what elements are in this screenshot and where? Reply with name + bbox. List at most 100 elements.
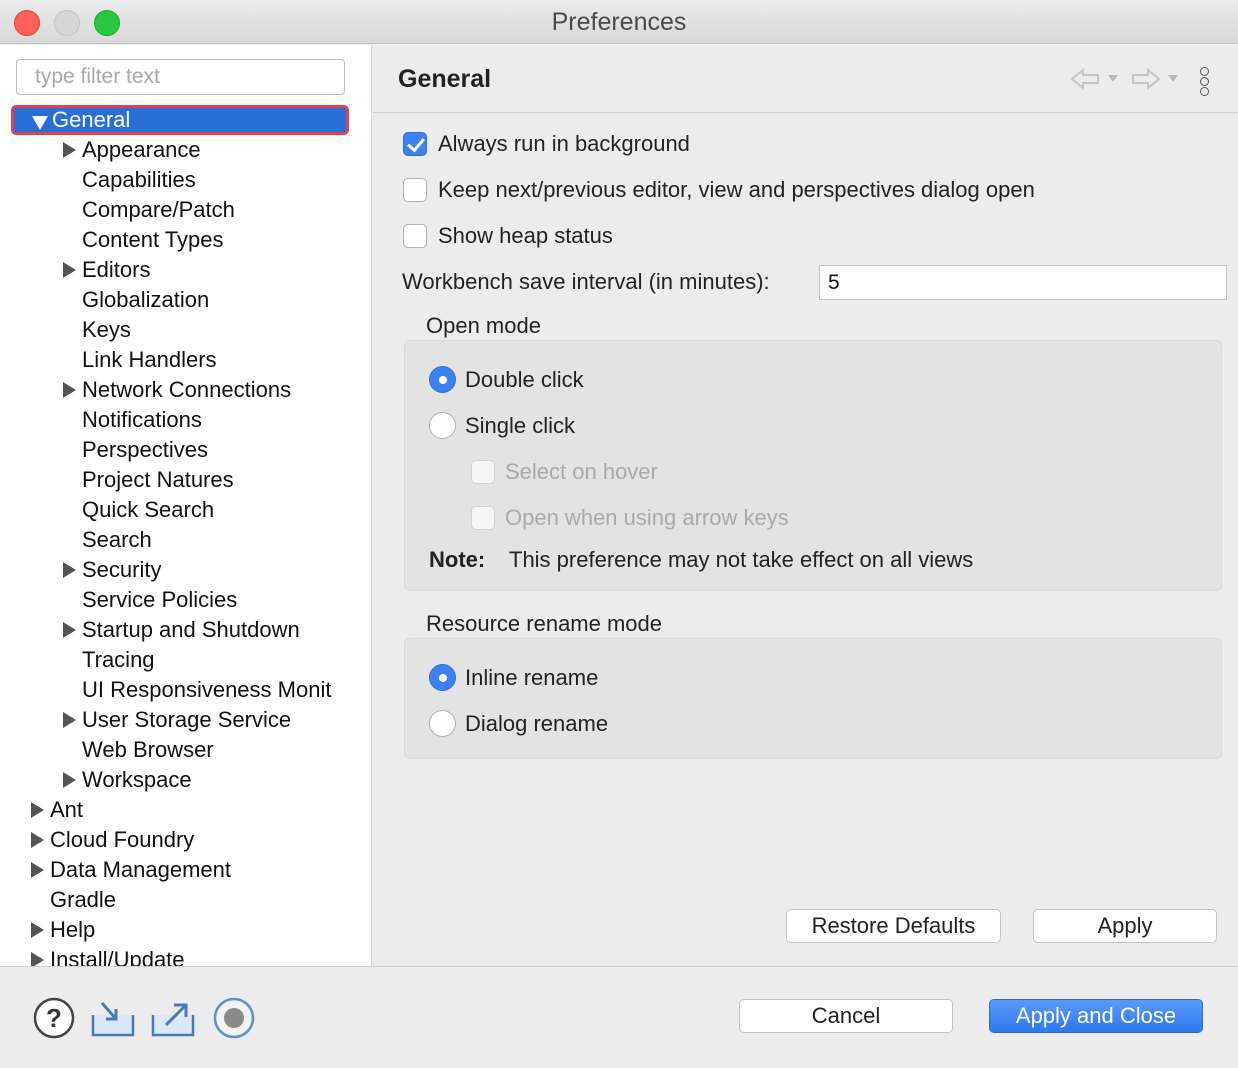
tree-item-label: Security	[82, 557, 162, 582]
always-run-bg-checkbox[interactable]	[403, 132, 427, 156]
open-arrow-keys-checkbox	[471, 506, 495, 530]
expand-arrow-icon[interactable]	[63, 382, 76, 398]
single-click-radio[interactable]	[429, 412, 456, 439]
show-heap-label: Show heap status	[438, 223, 613, 248]
filter-input[interactable]	[16, 59, 345, 95]
svg-text:?: ?	[46, 1003, 62, 1033]
page-header: General	[373, 45, 1238, 113]
tree-item-label: Content Types	[82, 227, 224, 252]
tree-item[interactable]: Startup and Shutdown	[0, 615, 371, 645]
tree-item[interactable]: Quick Search	[0, 495, 371, 525]
double-click-radio[interactable]	[429, 366, 456, 393]
preference-page: General Always run in background Keep ne…	[373, 45, 1238, 966]
tree-item[interactable]: Gradle	[0, 885, 371, 915]
tree-item[interactable]: Keys	[0, 315, 371, 345]
dialog-footer: ? Cancel Apply and Close	[0, 966, 1238, 1068]
single-click-label: Single click	[465, 413, 576, 438]
apply-and-close-button[interactable]: Apply and Close	[989, 999, 1203, 1033]
tree-item[interactable]: Editors	[0, 255, 371, 285]
tree-item[interactable]: Install/Update	[0, 945, 371, 966]
tree-item[interactable]: Capabilities	[0, 165, 371, 195]
tree-item-label: Ant	[50, 797, 84, 822]
tree-item[interactable]: Cloud Foundry	[0, 825, 371, 855]
expand-arrow-icon[interactable]	[63, 562, 76, 578]
tree-item[interactable]: Tracing	[0, 645, 371, 675]
forward-dropdown-icon[interactable]	[1168, 75, 1178, 82]
apply-button[interactable]: Apply	[1033, 909, 1217, 943]
tree-item-general[interactable]: General	[11, 105, 349, 135]
inline-rename-radio[interactable]	[429, 664, 456, 691]
expand-arrow-icon[interactable]	[31, 922, 44, 938]
tree-item[interactable]: Appearance	[0, 135, 371, 165]
tree-item[interactable]: Globalization	[0, 285, 371, 315]
tree-item[interactable]: Ant	[0, 795, 371, 825]
tree-item[interactable]: Help	[0, 915, 371, 945]
restore-defaults-button[interactable]: Restore Defaults	[786, 909, 1001, 943]
preferences-window: Preferences General Appearance Capabiliti…	[0, 0, 1238, 1068]
open-arrow-keys-label: Open when using arrow keys	[505, 505, 789, 530]
expand-arrow-icon[interactable]	[63, 712, 76, 728]
tree-item-label: Install/Update	[50, 947, 185, 966]
import-icon[interactable]	[90, 997, 136, 1039]
tree-item[interactable]: Search	[0, 525, 371, 555]
tree-item[interactable]: Compare/Patch	[0, 195, 371, 225]
tree-item[interactable]: UI Responsiveness Monit	[0, 675, 371, 705]
tree-item[interactable]: Data Management	[0, 855, 371, 885]
tree-item[interactable]: Service Policies	[0, 585, 371, 615]
back-arrow-icon[interactable]	[1070, 67, 1100, 91]
tree-item[interactable]: Workspace	[0, 765, 371, 795]
expand-arrow-icon[interactable]	[63, 262, 76, 278]
tree-item-label: Data Management	[50, 857, 231, 882]
tree-item-label: Search	[82, 527, 152, 552]
tree-item[interactable]: Perspectives	[0, 435, 371, 465]
back-dropdown-icon[interactable]	[1108, 75, 1118, 82]
tree-item-label: Appearance	[82, 137, 201, 162]
tree-item[interactable]: User Storage Service	[0, 705, 371, 735]
show-heap-checkbox[interactable]	[403, 224, 427, 248]
tree-item[interactable]: Security	[0, 555, 371, 585]
dialog-rename-label: Dialog rename	[465, 711, 609, 736]
tree-item[interactable]: Link Handlers	[0, 345, 371, 375]
save-interval-input[interactable]	[819, 265, 1227, 300]
always-run-bg-label: Always run in background	[438, 131, 690, 156]
tree-item-label: Keys	[82, 317, 131, 342]
record-icon[interactable]	[213, 997, 255, 1039]
tree-item-label: Globalization	[82, 287, 210, 312]
open-mode-heading: Open mode	[426, 313, 541, 338]
double-click-label: Double click	[465, 367, 584, 392]
expand-arrow-icon[interactable]	[63, 142, 76, 158]
expand-arrow-icon[interactable]	[63, 622, 76, 638]
tree-item-label: Gradle	[50, 887, 117, 912]
keep-dialog-open-checkbox[interactable]	[403, 178, 427, 202]
title-bar: Preferences	[0, 0, 1238, 44]
tree-item[interactable]: Web Browser	[0, 735, 371, 765]
export-icon[interactable]	[150, 997, 196, 1039]
page-title: General	[398, 65, 492, 93]
expand-arrow-icon[interactable]	[31, 832, 44, 848]
expand-arrow-icon[interactable]	[31, 862, 44, 878]
note-text: This preference may not take effect on a…	[509, 547, 974, 572]
forward-arrow-icon[interactable]	[1131, 67, 1161, 91]
select-on-hover-label: Select on hover	[505, 459, 658, 484]
select-on-hover-checkbox	[471, 460, 495, 484]
expanded-arrow-icon[interactable]	[32, 116, 48, 130]
expand-arrow-icon[interactable]	[63, 772, 76, 788]
tree-item-label: General	[52, 107, 131, 132]
dialog-rename-radio[interactable]	[429, 710, 456, 737]
cancel-button[interactable]: Cancel	[739, 999, 953, 1033]
help-icon[interactable]: ?	[33, 997, 75, 1039]
view-menu-icon[interactable]	[1200, 67, 1212, 97]
inline-rename-label: Inline rename	[465, 665, 599, 690]
expand-arrow-icon[interactable]	[31, 952, 44, 966]
tree-item[interactable]: Content Types	[0, 225, 371, 255]
save-interval-label: Workbench save interval (in minutes):	[402, 269, 770, 294]
tree-item[interactable]: Notifications	[0, 405, 371, 435]
tree-item[interactable]: Network Connections	[0, 375, 371, 405]
tree-item-label: Quick Search	[82, 497, 215, 522]
tree-item-label: Startup and Shutdown	[82, 617, 300, 642]
expand-arrow-icon[interactable]	[31, 802, 44, 818]
tree-item-label: UI Responsiveness Monit	[82, 677, 332, 702]
tree-item[interactable]: Project Natures	[0, 465, 371, 495]
note-label: Note:	[429, 547, 486, 572]
tree-item-label: User Storage Service	[82, 707, 292, 732]
